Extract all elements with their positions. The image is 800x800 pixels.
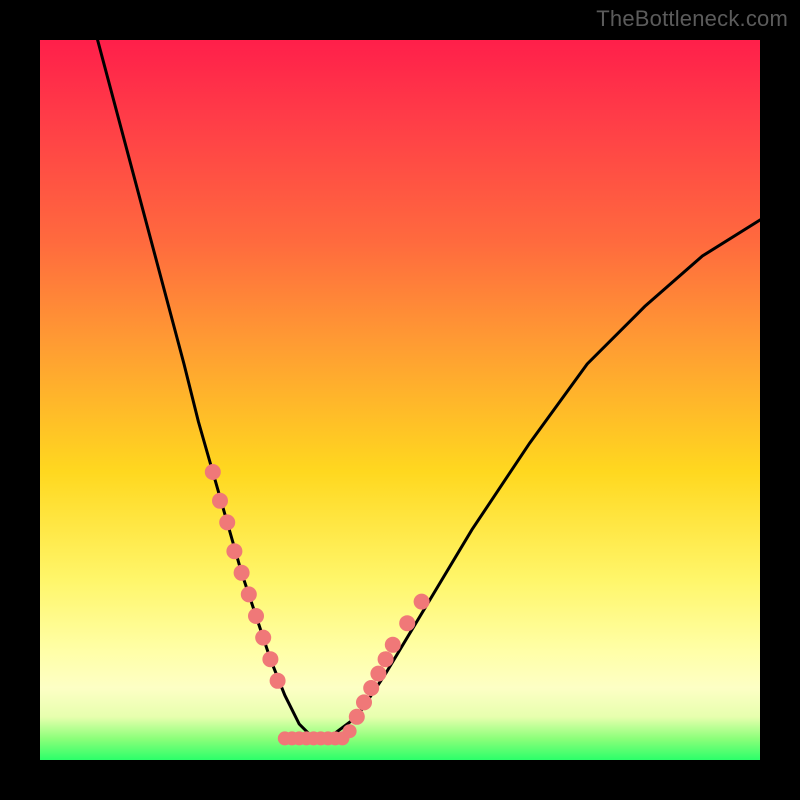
data-marker bbox=[363, 680, 379, 696]
data-marker bbox=[414, 594, 430, 610]
data-marker bbox=[399, 615, 415, 631]
data-marker bbox=[343, 724, 357, 738]
marker-cluster-right bbox=[349, 594, 430, 725]
outer-frame: TheBottleneck.com bbox=[0, 0, 800, 800]
data-marker bbox=[205, 464, 221, 480]
data-marker bbox=[219, 514, 235, 530]
data-marker bbox=[234, 565, 250, 581]
data-marker bbox=[370, 666, 386, 682]
data-marker bbox=[248, 608, 264, 624]
bottleneck-curve bbox=[98, 40, 760, 738]
data-marker bbox=[270, 673, 286, 689]
data-marker bbox=[212, 493, 228, 509]
data-marker bbox=[241, 586, 257, 602]
data-marker bbox=[262, 651, 278, 667]
data-marker bbox=[349, 709, 365, 725]
data-marker bbox=[356, 694, 372, 710]
plot-area bbox=[40, 40, 760, 760]
chart-svg bbox=[40, 40, 760, 760]
marker-cluster-valley bbox=[278, 724, 357, 745]
data-marker bbox=[378, 651, 394, 667]
marker-cluster-left bbox=[205, 464, 286, 689]
data-marker bbox=[385, 637, 401, 653]
data-marker bbox=[226, 543, 242, 559]
data-marker bbox=[255, 630, 271, 646]
attribution-text: TheBottleneck.com bbox=[596, 6, 788, 32]
